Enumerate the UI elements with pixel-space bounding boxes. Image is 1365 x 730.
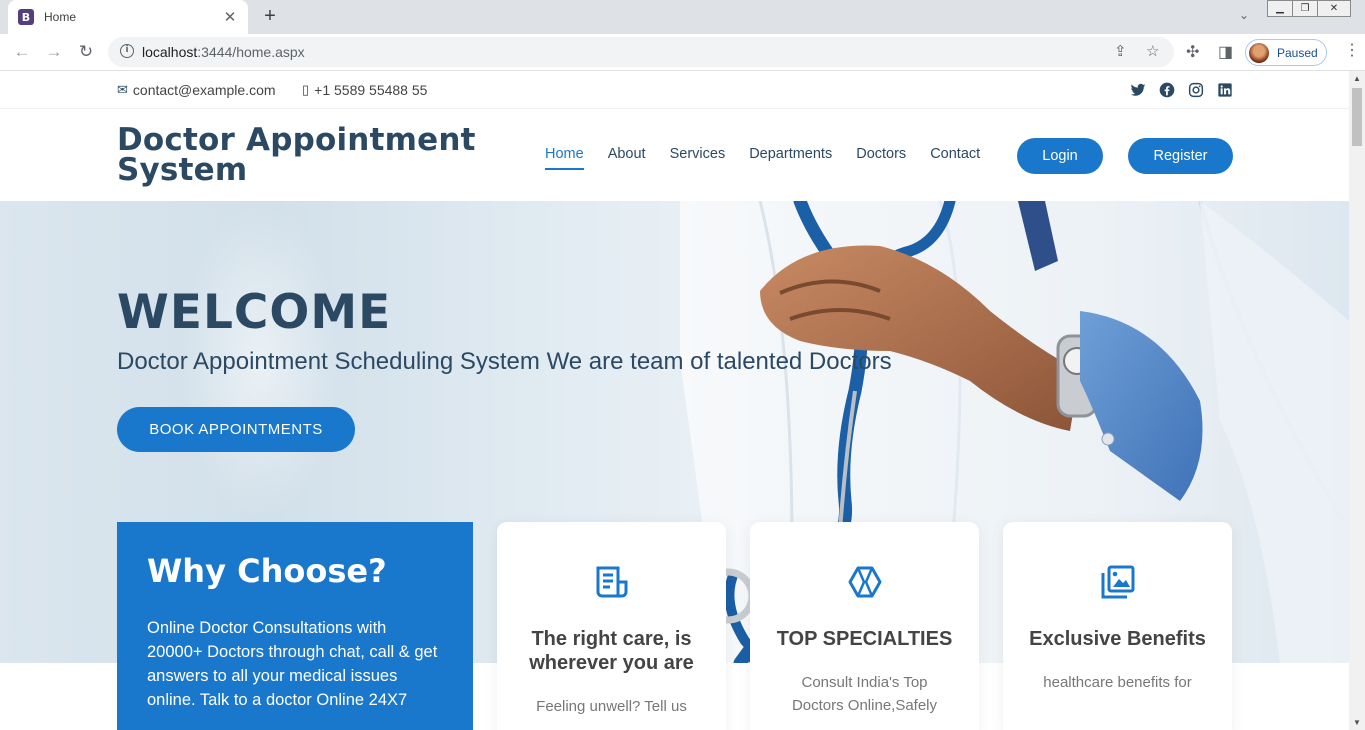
minimize-icon[interactable]: ▁ — [1267, 0, 1293, 17]
card-text: Consult India's Top Doctors Online,Safel… — [791, 674, 938, 714]
login-button[interactable]: Login — [1017, 138, 1103, 174]
feature-card-specialties: TOP SPECIALTIES Consult India's Top Doct… — [750, 522, 979, 730]
linkedin-icon[interactable] — [1217, 82, 1233, 98]
restore-icon[interactable]: ❐ — [1292, 0, 1318, 17]
email-text: contact@example.com — [132, 82, 276, 98]
share-icon[interactable]: ⇪ — [1114, 42, 1127, 60]
window-close-icon[interactable]: ✕ — [1317, 0, 1351, 17]
close-tab-icon[interactable]: ✕ — [222, 8, 238, 26]
card-text: healthcare benefits for — [1043, 674, 1192, 691]
nav-contact[interactable]: Contact — [930, 146, 980, 170]
card-title: Exclusive Benefits — [1029, 628, 1206, 650]
tab-search-chevron-icon[interactable]: ⌄ — [1239, 8, 1249, 22]
site-info-icon[interactable]: i — [120, 44, 134, 58]
contact-phone[interactable]: ▯ +1 5589 55488 55 — [302, 82, 427, 98]
phone-icon: ▯ — [302, 82, 310, 97]
page-viewport: ✉ contact@example.com ▯ +1 5589 55488 55… — [0, 71, 1349, 730]
contact-email[interactable]: ✉ contact@example.com — [117, 82, 276, 98]
browser-toolbar: ← → ↻ i localhost:3444/home.aspx ⇪ ☆ ✣ ◨… — [0, 34, 1365, 71]
images-icon — [1101, 565, 1134, 599]
forward-arrow-icon[interactable]: → — [44, 42, 64, 62]
avatar — [1249, 42, 1269, 63]
nav-home[interactable]: Home — [545, 146, 584, 170]
why-choose-title: Why Choose? — [147, 552, 387, 590]
bookmark-star-icon[interactable]: ☆ — [1146, 42, 1159, 60]
brand-line-1: Doctor Appointment — [117, 122, 476, 158]
nav-doctors[interactable]: Doctors — [856, 146, 906, 170]
reload-icon[interactable]: ↻ — [76, 42, 96, 62]
url-text[interactable]: localhost:3444/home.aspx — [142, 44, 305, 60]
envelope-icon: ✉ — [117, 82, 128, 97]
nav-services[interactable]: Services — [670, 146, 726, 170]
twitter-icon[interactable] — [1130, 82, 1146, 98]
browser-tab[interactable]: B Home ✕ — [8, 0, 248, 34]
register-button[interactable]: Register — [1128, 138, 1233, 174]
window-controls: ▁ ❐ ✕ — [1267, 0, 1351, 17]
browser-tab-strip: B Home ✕ + ⌄ ▁ ❐ ✕ — [0, 0, 1365, 34]
site-logo[interactable]: Doctor Appointment System — [117, 122, 477, 188]
contact-topbar: ✉ contact@example.com ▯ +1 5589 55488 55 — [0, 71, 1349, 109]
feature-card-care: The right care, is wherever you are Feel… — [497, 522, 726, 730]
brand-line-2: System — [117, 152, 248, 188]
feature-card-benefits: Exclusive Benefits healthcare benefits f… — [1003, 522, 1232, 730]
scroll-thumb[interactable] — [1352, 88, 1362, 146]
profile-button[interactable]: Paused — [1245, 39, 1327, 66]
facebook-icon[interactable] — [1159, 82, 1175, 98]
cube-icon — [848, 566, 881, 598]
phone-text: +1 5589 55488 55 — [314, 82, 428, 98]
receipt-icon — [596, 566, 627, 598]
instagram-icon[interactable] — [1188, 82, 1204, 98]
browser-menu-icon[interactable]: ⋮ — [1344, 40, 1360, 60]
address-bar[interactable]: i localhost:3444/home.aspx ⇪ ☆ — [108, 37, 1174, 67]
side-panel-icon[interactable]: ◨ — [1218, 42, 1233, 62]
site-header: Doctor Appointment System Home About Ser… — [0, 109, 1349, 201]
why-choose-text: Online Doctor Consultations with 20000+ … — [147, 619, 438, 709]
page-scrollbar[interactable]: ▲ ▼ — [1349, 71, 1365, 730]
card-text: Feeling unwell? Tell us — [536, 698, 687, 715]
tab-title: Home — [44, 10, 77, 24]
nav-about[interactable]: About — [608, 146, 646, 170]
hero-subtitle: Doctor Appointment Scheduling System We … — [117, 348, 892, 375]
hero-title: WELCOME — [117, 285, 392, 340]
main-nav: Home About Services Departments Doctors … — [545, 146, 1004, 170]
scroll-up-arrow-icon[interactable]: ▲ — [1353, 74, 1361, 83]
nav-departments[interactable]: Departments — [749, 146, 832, 170]
card-title: The right care, is wherever you are — [529, 628, 694, 674]
doctor-with-stethoscope-image — [680, 201, 1349, 663]
new-tab-icon[interactable]: + — [258, 5, 282, 28]
scroll-down-arrow-icon[interactable]: ▼ — [1353, 718, 1361, 727]
why-choose-box: Why Choose? Online Doctor Consultations … — [117, 522, 473, 730]
extensions-puzzle-icon[interactable]: ✣ — [1186, 42, 1199, 62]
book-appointments-button[interactable]: BOOK APPOINTMENTS — [117, 407, 355, 452]
profile-status: Paused — [1277, 45, 1318, 60]
bootstrap-favicon-icon: B — [18, 9, 34, 25]
card-title: TOP SPECIALTIES — [776, 628, 953, 650]
back-arrow-icon[interactable]: ← — [12, 42, 32, 62]
